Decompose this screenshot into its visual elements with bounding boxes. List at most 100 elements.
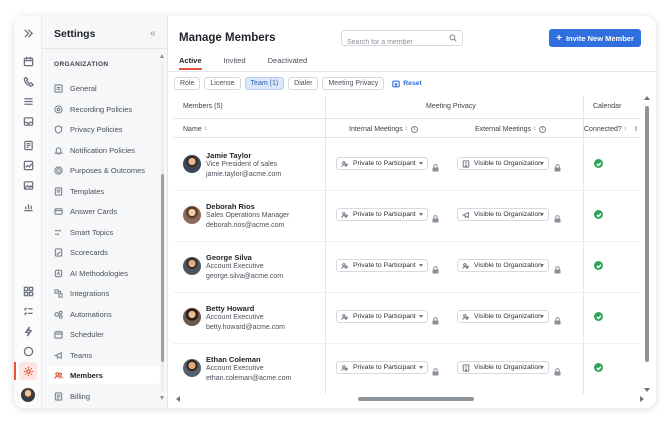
user-avatar[interactable] xyxy=(21,388,35,402)
bolt-icon[interactable] xyxy=(19,324,37,338)
sidebar-scrollbar[interactable] xyxy=(160,54,165,400)
invite-new-member-button[interactable]: + Invite New Member xyxy=(549,29,641,47)
collapse-sidebar-icon[interactable]: « xyxy=(150,28,156,39)
internal-meetings-dropdown[interactable]: Private to Participant xyxy=(336,361,428,374)
sidebar-item-privacy-policies[interactable]: Privacy Policies xyxy=(48,120,160,138)
external-meetings-dropdown[interactable]: Visible to Organization xyxy=(457,157,549,170)
scrollbar-thumb[interactable] xyxy=(161,174,164,362)
table-vertical-scrollbar[interactable] xyxy=(644,96,650,392)
scrollbar-thumb[interactable] xyxy=(645,106,649,362)
sidebar-item-billing[interactable]: Billing xyxy=(48,387,160,405)
calendar-icon[interactable] xyxy=(19,54,37,68)
sort-icon[interactable]: ↕ xyxy=(405,126,408,132)
filter-license[interactable]: License xyxy=(204,77,241,90)
sidebar-title: Settings xyxy=(54,28,96,40)
reset-filters-button[interactable]: Reset xyxy=(392,80,422,88)
tasks-icon[interactable] xyxy=(19,304,37,318)
more-icon[interactable] xyxy=(19,344,37,358)
table-row[interactable]: Deborah Rios Sales Operations Manager de… xyxy=(173,191,639,242)
sidebar-item-automations[interactable]: Automations xyxy=(48,305,160,323)
filter-role[interactable]: Role xyxy=(174,77,201,90)
tab-deactivated[interactable]: Deactivated xyxy=(268,56,308,70)
chevron-down-icon xyxy=(419,366,423,369)
sidebar-item-label: Privacy Policies xyxy=(70,124,123,134)
external-meetings-dropdown[interactable]: Visible to Organization xyxy=(457,259,549,272)
list-icon[interactable] xyxy=(19,94,37,108)
sidebar-item-ai-methodologies[interactable]: AI Methodologies xyxy=(48,264,160,282)
chevron-down-icon xyxy=(540,366,544,369)
tab-invited[interactable]: Invited xyxy=(224,56,246,70)
sidebar-item-general[interactable]: General xyxy=(48,79,160,97)
chart-icon[interactable] xyxy=(19,158,37,172)
internal-meetings-dropdown[interactable]: Private to Participant xyxy=(336,310,428,323)
sidebar-item-answer-cards[interactable]: Answer Cards xyxy=(48,202,160,220)
filter-dialer[interactable]: Dialer xyxy=(288,77,319,90)
sidebar-item-templates[interactable]: Templates xyxy=(48,182,160,200)
dropdown-value: Private to Participant xyxy=(353,262,416,269)
sidebar-item-purposes-outcomes[interactable]: Purposes & Outcomes xyxy=(48,161,160,179)
external-meetings-dropdown[interactable]: Visible to Organization xyxy=(457,310,549,323)
sort-icon[interactable]: ↕ xyxy=(533,126,536,132)
organization-icon xyxy=(462,159,470,168)
inbox-icon[interactable] xyxy=(19,114,37,128)
name-column-header[interactable]: Name ↕ xyxy=(183,119,207,139)
table-row[interactable]: Ethan Coleman Account Executive ethan.co… xyxy=(173,344,639,394)
info-icon[interactable]: i xyxy=(539,125,547,133)
sidebar-item-label: Teams xyxy=(70,350,93,360)
sidebar-item-members[interactable]: Members xyxy=(48,366,160,384)
table-horizontal-scrollbar[interactable] xyxy=(176,396,644,402)
avatar xyxy=(183,359,201,377)
member-email: jamie.taylor@acme.com xyxy=(206,171,282,178)
scroll-up-icon[interactable] xyxy=(160,54,164,58)
external-meetings-column-header[interactable]: External Meetings ↕ i xyxy=(475,119,547,139)
broadcast-icon xyxy=(462,211,469,218)
search-input[interactable] xyxy=(342,35,442,50)
table-row[interactable]: Jamie Taylor Vice President of sales jam… xyxy=(173,140,639,191)
notes-icon[interactable] xyxy=(19,138,37,152)
search-icon[interactable] xyxy=(449,34,457,42)
image-icon[interactable] xyxy=(19,178,37,192)
phone-icon[interactable] xyxy=(19,74,37,88)
scroll-down-icon[interactable] xyxy=(160,396,164,400)
scroll-up-icon[interactable] xyxy=(644,96,650,100)
members-icon xyxy=(54,371,63,379)
internal-meetings-dropdown[interactable]: Private to Participant xyxy=(336,208,428,221)
filter-team[interactable]: Team (1) xyxy=(244,77,285,90)
external-meetings-dropdown[interactable]: Visible to Organization xyxy=(457,208,549,221)
sidebar-item-recording-policies[interactable]: Recording Policies xyxy=(48,100,160,118)
scroll-down-icon[interactable] xyxy=(644,388,650,392)
member-name: George Silva xyxy=(206,253,252,262)
table-row[interactable]: George Silva Account Executive george.si… xyxy=(173,242,639,293)
gear-icon[interactable] xyxy=(19,362,37,380)
sort-icon[interactable]: ↕ xyxy=(624,126,627,132)
expand-icon[interactable] xyxy=(19,26,37,40)
member-email: betty.howard@acme.com xyxy=(206,324,285,331)
sidebar-item-teams[interactable]: Teams xyxy=(48,346,160,364)
info-icon[interactable]: i xyxy=(410,125,418,133)
internal-meetings-column-header[interactable]: Internal Meetings ↕ i xyxy=(349,119,418,139)
scroll-right-icon[interactable] xyxy=(640,396,644,402)
sidebar-item-integrations[interactable]: Integrations xyxy=(48,284,160,302)
scroll-left-icon[interactable] xyxy=(176,396,180,402)
internal-meetings-dropdown[interactable]: Private to Participant xyxy=(336,259,428,272)
internal-meetings-dropdown[interactable]: Private to Participant xyxy=(336,157,428,170)
sort-icon[interactable]: ↕ xyxy=(204,126,207,132)
scrollbar-thumb[interactable] xyxy=(358,397,474,401)
dropdown-value: Private to Participant xyxy=(353,364,416,371)
connected-column-header[interactable]: Connected? ↕ xyxy=(584,119,627,139)
teams-icon xyxy=(54,351,62,359)
apps-icon[interactable] xyxy=(19,284,37,298)
sidebar-item-label: Templates xyxy=(70,186,105,196)
sidebar-item-smart-topics[interactable]: Smart Topics xyxy=(48,223,160,241)
sidebar-item-scheduler[interactable]: Scheduler xyxy=(48,325,160,343)
participants-icon xyxy=(462,262,470,269)
sidebar-item-notification-policies[interactable]: Notification Policies xyxy=(48,141,160,159)
sidebar-item-scorecards[interactable]: Scorecards xyxy=(48,243,160,261)
privacy-icon xyxy=(54,124,63,134)
filter-meeting-privacy[interactable]: Meeting Privacy xyxy=(322,77,385,90)
table-row[interactable]: Betty Howard Account Executive betty.how… xyxy=(173,293,639,344)
trend-icon[interactable] xyxy=(19,199,37,213)
external-meetings-dropdown[interactable]: Visible to Organization xyxy=(457,361,549,374)
tab-active[interactable]: Active xyxy=(179,56,202,70)
lock-icon xyxy=(554,363,561,376)
